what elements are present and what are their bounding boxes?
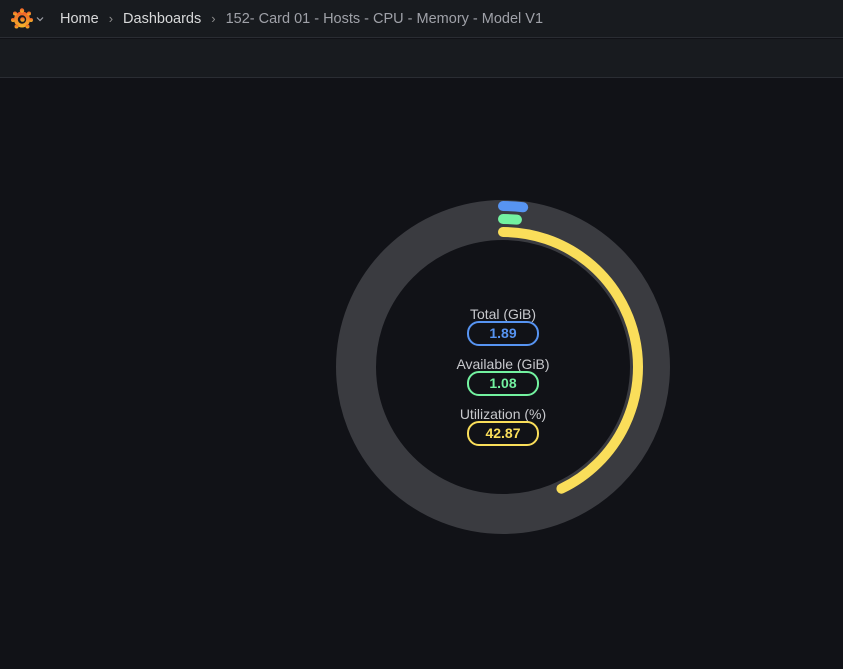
metric-label: Available (GiB) (456, 356, 550, 372)
breadcrumb-separator: › (108, 11, 114, 26)
gauge-metrics: Total (GiB) 1.89 Available (GiB) 1.08 Ut… (403, 306, 603, 456)
metric-value-pill: 1.08 (467, 371, 539, 396)
metric-value-pill: 1.89 (467, 321, 539, 346)
metric-available: Available (GiB) 1.08 (403, 356, 603, 406)
breadcrumb-home-link[interactable]: Home (60, 11, 99, 27)
metric-total: Total (GiB) 1.89 (403, 306, 603, 356)
metric-utilization: Utilization (%) 42.87 (403, 406, 603, 456)
breadcrumb: Home › Dashboards › 152- Card 01 - Hosts… (60, 11, 543, 27)
gauge-arc-available (498, 214, 522, 225)
metric-value-pill: 42.87 (467, 421, 539, 446)
chevron-down-icon (36, 16, 44, 21)
breadcrumb-separator: › (211, 11, 216, 26)
app-menu-button[interactable] (10, 7, 44, 31)
breadcrumb-dashboards-link[interactable]: Dashboards (123, 11, 201, 27)
dashboard-title: 152- Card 01 - Hosts - CPU - Memory - Mo… (225, 10, 544, 27)
top-navigation-bar: Home › Dashboards › 152- Card 01 - Hosts… (0, 0, 843, 38)
dashboard-toolbar (0, 39, 843, 78)
metric-label: Utilization (%) (459, 406, 547, 422)
gauge-panel: Total (GiB) 1.89 Available (GiB) 1.08 Ut… (0, 79, 843, 669)
gauge-arc-total (498, 201, 529, 213)
grafana-logo-icon (11, 7, 33, 28)
metric-label: Total (GiB) (469, 306, 537, 322)
